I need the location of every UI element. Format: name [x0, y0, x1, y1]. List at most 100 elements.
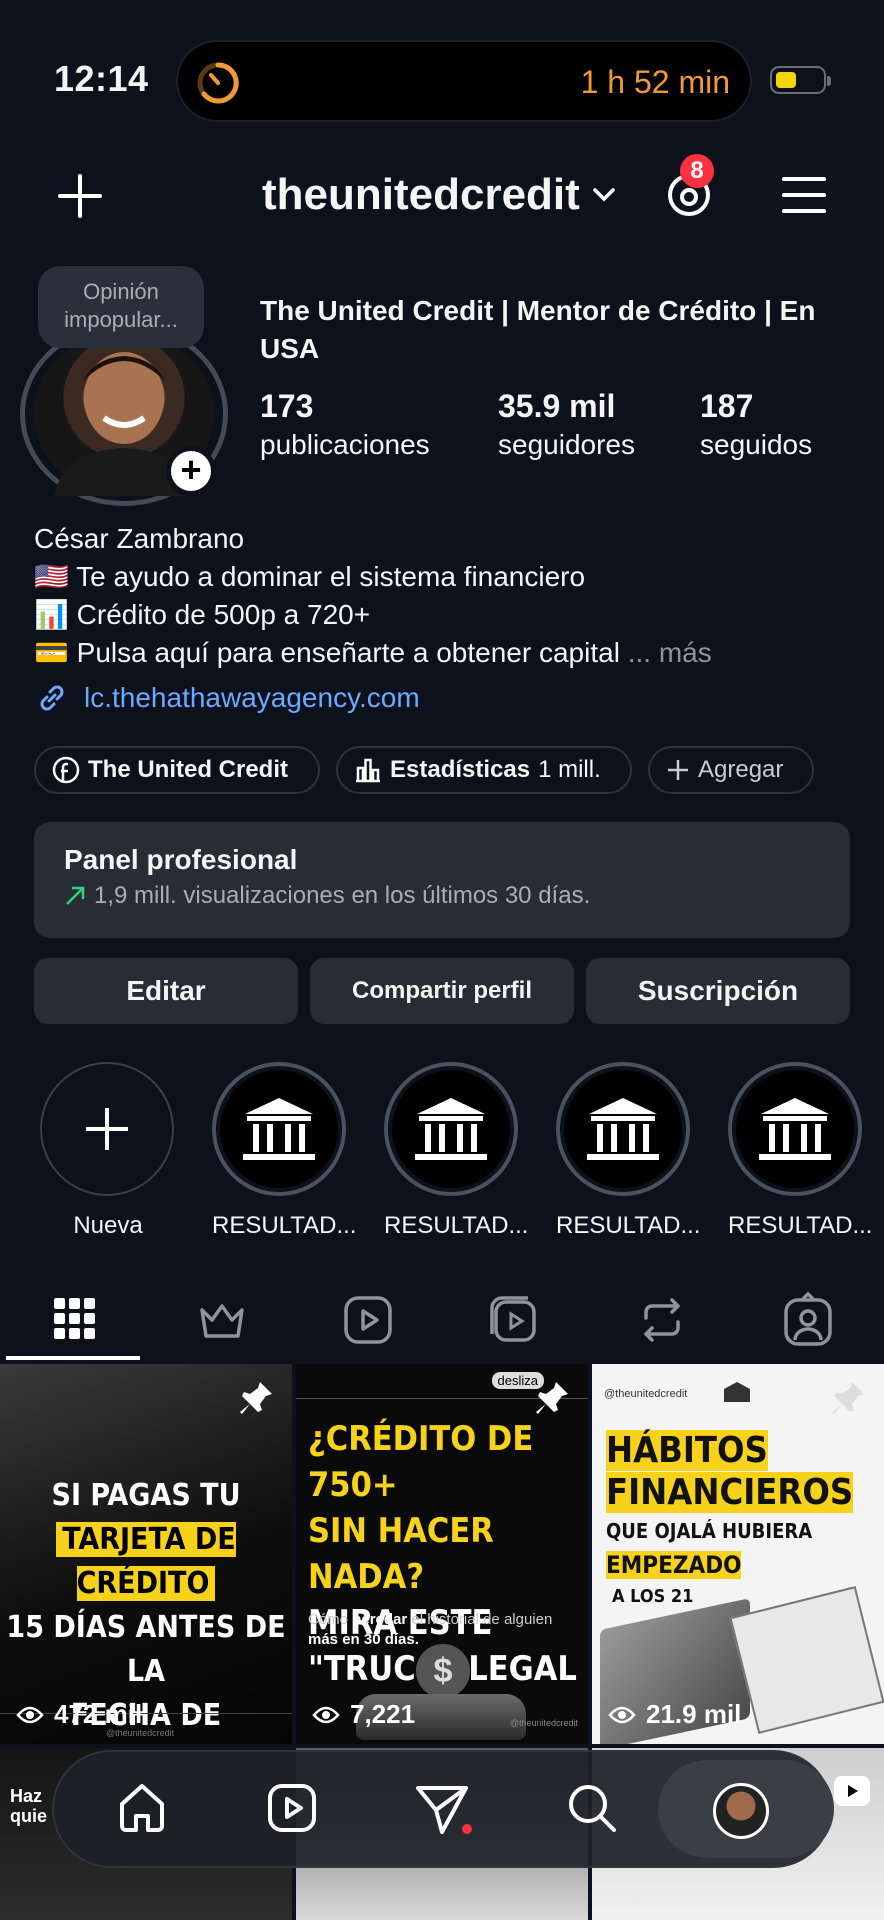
eye-icon: [608, 1704, 636, 1726]
panel-title: Panel profesional: [64, 844, 298, 875]
post-handle: @theunitedcredit: [509, 1718, 578, 1728]
tagged-user-icon: [784, 1291, 832, 1346]
stat-label: seguidos: [700, 429, 813, 460]
tab-reels[interactable]: [338, 1290, 398, 1350]
chevron-down-icon: [592, 187, 616, 203]
link-text: lc.thehathawayagency.com: [84, 682, 420, 713]
eye-icon: [16, 1704, 44, 1726]
bio[interactable]: César Zambrano 🇺🇸 Te ayudo a dominar el …: [34, 520, 712, 672]
stat-value: 187: [700, 388, 754, 424]
profile-display-name: The United Credit | Mentor de Crédito | …: [260, 295, 816, 364]
reels-icon: [268, 1784, 316, 1832]
bio-more-button[interactable]: ... más: [628, 637, 712, 668]
bank-icon: [415, 1098, 487, 1160]
tab-reposts[interactable]: [632, 1290, 692, 1350]
bar-chart-icon: [354, 756, 382, 784]
post-thumbnail[interactable]: SI PAGAS TU TARJETA DE CRÉDITO 15 DÍAS A…: [0, 1364, 292, 1744]
tab-subscriptions[interactable]: [192, 1290, 252, 1350]
post-views: 7,221: [350, 1699, 416, 1729]
post-thumbnail[interactable]: desliza ¿CRÉDITO DE 750+ SIN HACER NADA?…: [296, 1364, 588, 1744]
stat-value: 35.9 mil: [498, 388, 616, 424]
stat-value: 173: [260, 388, 314, 424]
post-headline-highlight: HÁBITOS: [606, 1430, 768, 1471]
stats-chip[interactable]: Estadísticas 1 mill.: [336, 746, 632, 794]
share-profile-button[interactable]: Compartir perfil: [310, 958, 574, 1024]
trend-up-icon: [64, 885, 86, 907]
highlight-label: Nueva: [73, 1212, 143, 1239]
nav-home[interactable]: [112, 1778, 172, 1838]
tab-tagged[interactable]: [778, 1290, 838, 1350]
tab-series[interactable]: [484, 1290, 544, 1350]
active-tab-indicator: [6, 1356, 140, 1360]
search-icon: [569, 1785, 616, 1832]
stats-chip-label: Estadísticas: [390, 756, 531, 783]
post-text: quie: [10, 1806, 48, 1826]
stat-label: seguidores: [498, 429, 635, 460]
facebook-chip-label: The United Credit: [88, 756, 289, 783]
coin-icon: $: [416, 1644, 470, 1698]
nav-search[interactable]: [562, 1778, 622, 1838]
stats-chip-value: 1 mill.: [538, 756, 601, 783]
highlight-item[interactable]: RESULTAD...: [728, 1062, 873, 1240]
post-caption: Cómo: [308, 1611, 349, 1628]
post-headline: SIN HACER NADA?: [308, 1511, 494, 1597]
bio-line: 🇺🇸 Te ayudo a dominar el sistema financi…: [34, 561, 586, 592]
facebook-chip[interactable]: The United Credit: [34, 746, 320, 794]
add-chip[interactable]: Agregar: [648, 746, 814, 794]
post-views: 21.9 mil: [646, 1699, 742, 1729]
dynamic-island[interactable]: 1 h 52 min: [176, 40, 752, 122]
stat-following[interactable]: 187 seguidos: [700, 388, 812, 461]
account-switcher[interactable]: theunitedcredit: [262, 170, 616, 220]
notification-badge: 8: [680, 154, 714, 188]
profile-link[interactable]: lc.thehathawayagency.com: [34, 680, 420, 716]
highlight-label: RESULTAD...: [212, 1212, 357, 1239]
highlight-label: RESULTAD...: [728, 1212, 873, 1239]
facebook-icon: [52, 756, 80, 784]
bio-line: 💳 Pulsa aquí para enseñarte a obtener ca…: [34, 637, 620, 668]
profile-note[interactable]: Opinión impopular...: [38, 266, 204, 348]
bank-icon: [587, 1098, 659, 1160]
post-caption: el historial de alguien: [411, 1611, 553, 1628]
create-plus-icon[interactable]: [56, 172, 104, 220]
crown-icon: [200, 1304, 244, 1338]
eye-icon: [312, 1704, 340, 1726]
reels-icon: [344, 1296, 392, 1344]
stat-followers[interactable]: 35.9 mil seguidores: [498, 388, 635, 461]
post-views: 472 mil: [54, 1699, 143, 1729]
post-caption-bold: heredar: [352, 1611, 408, 1628]
reel-indicator-icon: [834, 1776, 870, 1806]
avatar: [713, 1783, 769, 1839]
timer-icon: [196, 61, 240, 105]
post-thumbnail[interactable]: @theunitedcredit HÁBITOS FINANCIEROS QUE…: [592, 1364, 884, 1744]
stat-posts[interactable]: 173 publicaciones: [260, 388, 430, 461]
stat-label: publicaciones: [260, 429, 430, 460]
post-headline: SI PAGAS TU: [51, 1478, 241, 1513]
bio-name: César Zambrano: [34, 523, 245, 554]
repost-icon: [644, 1298, 680, 1342]
post-headline: ¿CRÉDITO DE 750+: [308, 1419, 534, 1505]
highlight-item[interactable]: RESULTAD...: [212, 1062, 357, 1240]
post-headline-highlight: EMPEZADO: [606, 1551, 742, 1579]
link-icon: [34, 680, 70, 716]
menu-hamburger-icon[interactable]: [782, 176, 826, 214]
post-text: Haz: [10, 1786, 43, 1806]
timer-text: 1 h 52 min: [580, 64, 730, 100]
pin-icon: [828, 1378, 868, 1418]
subscription-button[interactable]: Suscripción: [586, 958, 850, 1024]
highlight-new[interactable]: Nueva: [40, 1062, 176, 1240]
battery-icon: [770, 66, 831, 94]
edit-profile-button[interactable]: Editar: [34, 958, 298, 1024]
grid-icon: [54, 1298, 95, 1339]
plus-icon: [666, 758, 690, 782]
post-headline: QUE OJALÁ HUBIERA: [606, 1519, 813, 1543]
tab-grid[interactable]: [44, 1290, 104, 1350]
post-handle: @theunitedcredit: [604, 1388, 688, 1400]
add-story-button[interactable]: +: [166, 446, 216, 496]
panel-subtitle: 1,9 mill. visualizaciones en los últimos…: [94, 882, 591, 909]
highlight-label: RESULTAD...: [556, 1212, 701, 1239]
professional-dashboard[interactable]: Panel profesional 1,9 mill. visualizacio…: [34, 822, 850, 938]
highlight-item[interactable]: RESULTAD...: [384, 1062, 528, 1240]
nav-reels[interactable]: [262, 1778, 322, 1838]
highlight-item[interactable]: RESULTAD...: [556, 1062, 701, 1240]
bank-icon: [724, 1382, 750, 1402]
